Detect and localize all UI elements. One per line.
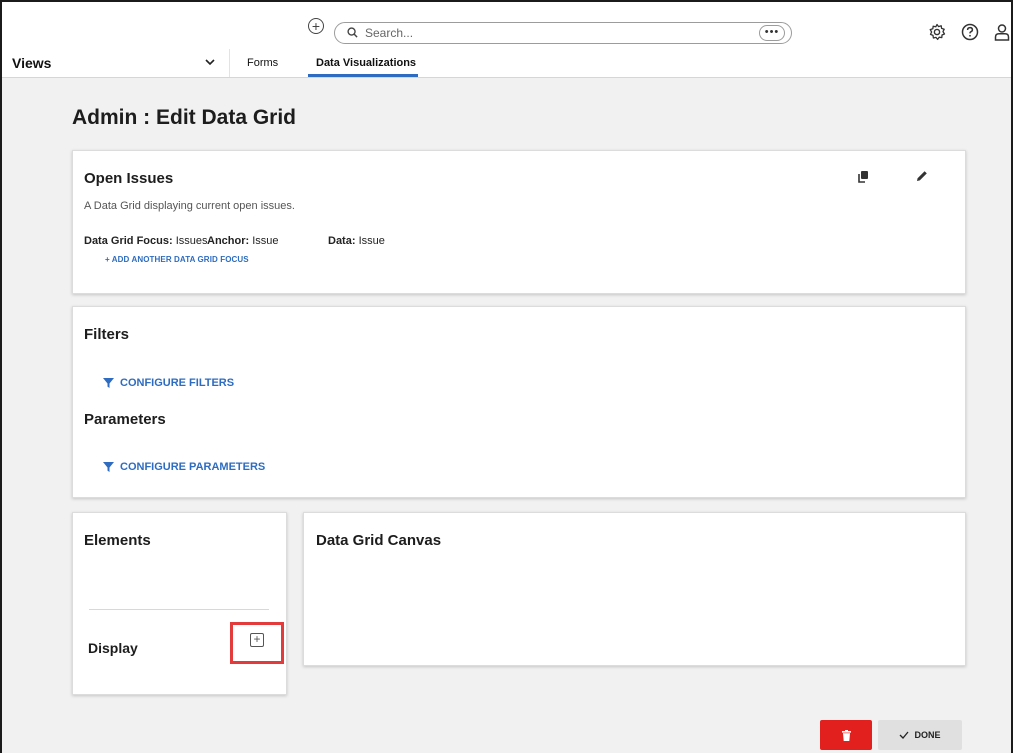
configure-parameters-label: CONFIGURE PARAMETERS — [120, 461, 266, 473]
tab-data-visualizations[interactable]: Data Visualizations — [316, 57, 416, 69]
gear-icon[interactable] — [927, 22, 947, 42]
data: Data: Issue — [328, 235, 385, 247]
done-button[interactable]: DONE — [878, 720, 962, 750]
top-bar: + Search... ••• — [2, 2, 1011, 49]
user-icon[interactable] — [992, 22, 1012, 42]
filters-card: Filters CONFIGURE FILTERS Parameters CON… — [72, 306, 966, 498]
open-issues-card: Open Issues A Data Grid displaying curre… — [72, 150, 966, 294]
configure-filters-button[interactable]: CONFIGURE FILTERS — [103, 377, 234, 389]
check-icon — [900, 731, 909, 739]
search-input[interactable]: Search... ••• — [334, 22, 792, 44]
add-icon[interactable]: + — [308, 18, 324, 34]
configure-parameters-button[interactable]: CONFIGURE PARAMETERS — [103, 461, 265, 473]
nav-divider — [229, 49, 230, 77]
nav-bar: Views Forms Data Visualizations — [2, 49, 1011, 78]
add-display-element-button[interactable]: + — [250, 633, 264, 647]
canvas-title: Data Grid Canvas — [316, 532, 442, 549]
data-grid-name: Open Issues — [84, 170, 174, 187]
elements-title: Elements — [84, 532, 151, 549]
data-label: Data: — [328, 235, 356, 247]
trash-icon — [841, 729, 851, 741]
anchor-label: Anchor: — [207, 235, 250, 247]
filter-icon — [103, 378, 114, 388]
anchor: Anchor: Issue — [207, 235, 279, 247]
data-grid-focus: Data Grid Focus: Issues — [84, 235, 207, 247]
data-value: Issue — [358, 235, 385, 247]
anchor-value: Issue — [252, 235, 279, 247]
parameters-title: Parameters — [84, 411, 166, 428]
data-grid-canvas-card: Data Grid Canvas — [303, 512, 966, 666]
tab-forms[interactable]: Forms — [247, 57, 278, 69]
copy-icon[interactable] — [858, 171, 868, 183]
focus-label: Data Grid Focus: — [84, 235, 173, 247]
pencil-icon[interactable] — [916, 170, 928, 182]
more-options-button[interactable]: ••• — [759, 25, 785, 41]
delete-button[interactable] — [820, 720, 872, 750]
page-title: Admin : Edit Data Grid — [72, 106, 297, 129]
focus-value: Issues — [175, 235, 208, 247]
data-grid-description: A Data Grid displaying current open issu… — [84, 200, 295, 212]
display-label: Display — [88, 640, 138, 656]
done-label: DONE — [914, 730, 941, 740]
elements-card: Elements Display + — [72, 512, 287, 695]
views-menu[interactable]: Views — [12, 55, 51, 71]
active-tab-indicator — [308, 74, 418, 77]
filter-icon — [103, 462, 114, 472]
configure-filters-label: CONFIGURE FILTERS — [120, 377, 235, 389]
add-data-grid-focus-link[interactable]: + ADD ANOTHER DATA GRID FOCUS — [105, 255, 249, 264]
search-icon — [347, 27, 358, 38]
app-frame: + Search... ••• Views Forms Data Visuali… — [0, 0, 1013, 753]
elements-divider — [89, 609, 269, 610]
filters-title: Filters — [84, 326, 130, 343]
help-icon[interactable] — [960, 22, 980, 42]
search-placeholder: Search... — [365, 26, 414, 40]
chevron-down-icon[interactable] — [204, 57, 216, 67]
